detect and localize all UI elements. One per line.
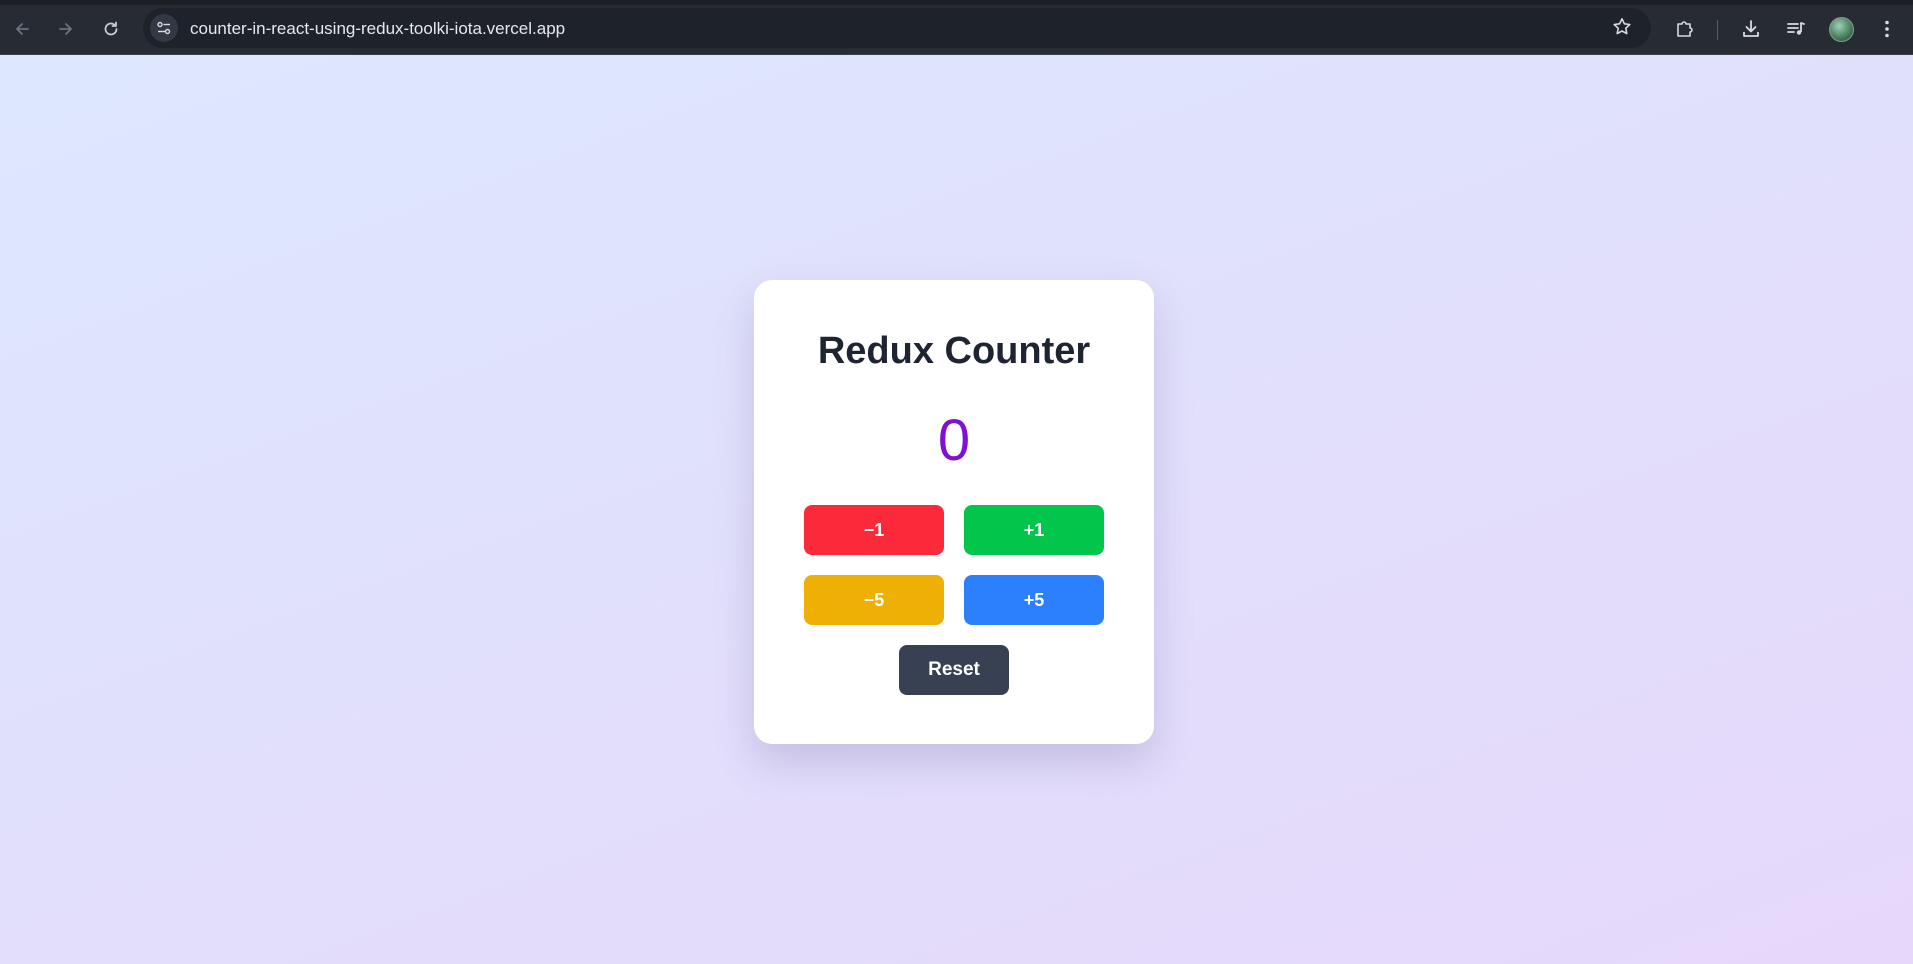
download-icon[interactable] [1737, 15, 1765, 43]
counter-value: 0 [937, 408, 971, 473]
reload-icon[interactable] [97, 15, 125, 43]
increment-five-button[interactable]: +5 [964, 575, 1104, 625]
page-background: Redux Counter 0 −1 +1 −5 +5 Reset [0, 55, 1913, 964]
decrement-one-button[interactable]: −1 [804, 505, 944, 555]
reset-button[interactable]: Reset [899, 645, 1009, 695]
url-text[interactable]: counter-in-react-using-redux-toolki-iota… [190, 19, 565, 39]
address-bar[interactable]: counter-in-react-using-redux-toolki-iota… [143, 8, 1651, 48]
toolbar-divider [1717, 20, 1718, 40]
forward-icon[interactable] [52, 15, 80, 43]
profile-avatar[interactable] [1829, 17, 1854, 42]
tune-icon[interactable] [150, 14, 178, 42]
decrement-five-button[interactable]: −5 [804, 575, 944, 625]
puzzle-icon[interactable] [1671, 15, 1699, 43]
counter-card: Redux Counter 0 −1 +1 −5 +5 Reset [754, 280, 1154, 744]
increment-one-button[interactable]: +1 [964, 505, 1104, 555]
media-queue-icon[interactable] [1782, 15, 1810, 43]
back-icon[interactable] [8, 15, 36, 43]
star-icon[interactable] [1611, 16, 1633, 43]
kebab-menu-icon[interactable] [1873, 15, 1901, 43]
page-title: Redux Counter [817, 330, 1091, 372]
browser-toolbar: counter-in-react-using-redux-toolki-iota… [0, 0, 1913, 55]
